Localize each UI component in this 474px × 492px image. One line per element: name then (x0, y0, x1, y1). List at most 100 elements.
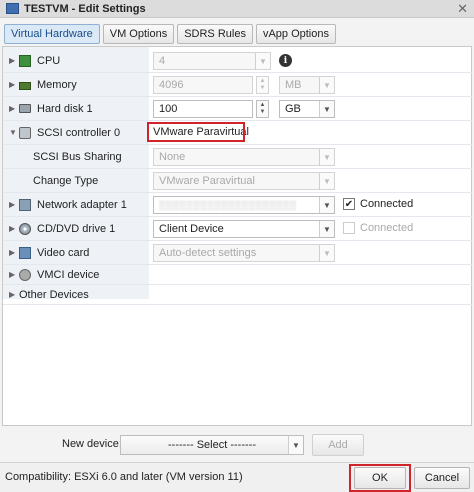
change-type-value: VMware Paravirtual (159, 175, 255, 187)
network-connected-checkbox[interactable]: ✔ Connected (343, 198, 413, 210)
checkbox-icon (343, 222, 355, 234)
expand-arrow-icon[interactable]: ▶ (9, 248, 19, 257)
tab-virtual-hardware[interactable]: Virtual Hardware (4, 24, 100, 44)
row-change-type: Change Type VMware Paravirtual ▼ (3, 169, 473, 193)
cd-dvd-label-cell[interactable]: ▶ CD/DVD drive 1 (3, 217, 149, 240)
tab-vm-options[interactable]: VM Options (102, 24, 175, 44)
cd-dvd-connected-label: Connected (360, 222, 414, 234)
cpu-value: 4 (159, 55, 166, 67)
network-select[interactable]: ▒▒▒▒▒▒▒▒▒▒▒▒▒▒▒▒▒▒▒▒ ▼ (153, 196, 335, 214)
scsi-bus-select[interactable]: None ▼ (153, 148, 335, 166)
checkmark-icon: ✔ (343, 198, 355, 210)
hard-disk-unit: GB (285, 103, 301, 115)
chevron-down-icon: ▼ (319, 245, 334, 261)
scsi-bus-value: None (159, 151, 186, 163)
other-label: Other Devices (19, 288, 89, 301)
cpu-icon (19, 54, 31, 67)
memory-label: Memory (37, 78, 77, 91)
cancel-button[interactable]: Cancel (414, 467, 470, 489)
vmci-device-icon (19, 268, 31, 281)
chevron-down-icon: ▼ (255, 53, 270, 69)
expand-arrow-icon[interactable]: ▶ (9, 56, 19, 65)
network-label: Network adapter 1 (37, 198, 127, 211)
hard-disk-icon (19, 104, 31, 113)
expand-arrow-icon[interactable]: ▶ (9, 270, 19, 279)
hard-disk-label-cell[interactable]: ▶ Hard disk 1 (3, 97, 149, 120)
tab-vapp-options[interactable]: vApp Options (255, 24, 336, 44)
row-cpu: ▶ CPU 4 ▼ i (3, 49, 473, 73)
change-type-label-cell: Change Type (3, 169, 149, 192)
tab-sdrs-rules[interactable]: SDRS Rules (177, 24, 253, 44)
row-hard-disk: ▶ Hard disk 1 100 ▲ ▼ GB ▼ (3, 97, 473, 121)
change-type-select[interactable]: VMware Paravirtual ▼ (153, 172, 335, 190)
highlight-box (147, 122, 245, 142)
hard-disk-unit-select[interactable]: GB ▼ (279, 100, 335, 118)
new-device-row: New device: ------- Select ------- ▼ Add (0, 432, 474, 458)
chevron-down-icon: ▼ (319, 101, 334, 117)
chevron-down-icon: ▼ (319, 173, 334, 189)
network-adapter-icon (19, 198, 31, 211)
chevron-down-icon: ▼ (319, 197, 334, 213)
chevron-down-icon: ▼ (319, 149, 334, 165)
cd-dvd-icon (19, 222, 31, 235)
cpu-label: CPU (37, 54, 61, 67)
new-device-select[interactable]: ------- Select ------- ▼ (120, 435, 304, 455)
scsi-label-cell[interactable]: ▼ SCSI controller 0 (3, 121, 149, 144)
expand-arrow-icon[interactable]: ▶ (9, 80, 19, 89)
expand-arrow-icon[interactable]: ▶ (9, 200, 19, 209)
vmci-label: VMCI device (37, 268, 100, 281)
row-cd-dvd: ▶ CD/DVD drive 1 Client Device ▼ Connect… (3, 217, 473, 241)
row-memory: ▶ Memory 4096 ▲ ▼ MB ▼ (3, 73, 473, 97)
scsi-controller-icon (19, 126, 31, 139)
other-label-cell[interactable]: ▶ Other Devices (3, 285, 149, 304)
window-title: TESTVM - Edit Settings (24, 2, 146, 15)
scsi-bus-label: SCSI Bus Sharing (33, 150, 122, 163)
info-icon[interactable]: i (279, 54, 292, 67)
memory-label-cell[interactable]: ▶ Memory (3, 73, 149, 96)
row-video-card: ▶ Video card Auto-detect settings ▼ (3, 241, 473, 265)
network-label-cell[interactable]: ▶ Network adapter 1 (3, 193, 149, 216)
scsi-bus-label-cell: SCSI Bus Sharing (3, 145, 149, 168)
memory-icon (19, 81, 31, 90)
cd-dvd-connected-checkbox[interactable]: Connected (343, 222, 413, 234)
video-card-icon (19, 246, 31, 259)
vmci-label-cell[interactable]: ▶ VMCI device (3, 265, 149, 284)
video-value: Auto-detect settings (159, 247, 257, 259)
window-titlebar: TESTVM - Edit Settings ✕ (0, 0, 474, 18)
row-network-adapter: ▶ Network adapter 1 ▒▒▒▒▒▒▒▒▒▒▒▒▒▒▒▒▒▒▒▒… (3, 193, 473, 217)
row-other-devices: ▶ Other Devices (3, 285, 473, 305)
row-scsi-controller: ▼ SCSI controller 0 VMware Paravirtual (3, 121, 473, 145)
change-type-label: Change Type (33, 174, 99, 187)
memory-input[interactable]: 4096 (153, 76, 253, 94)
add-device-button[interactable]: Add (312, 434, 364, 456)
expand-arrow-icon[interactable]: ▶ (9, 224, 19, 233)
cd-dvd-label: CD/DVD drive 1 (37, 222, 116, 235)
video-select[interactable]: Auto-detect settings ▼ (153, 244, 335, 262)
chevron-down-icon: ▼ (319, 77, 334, 93)
new-device-select-value: ------- Select ------- (168, 439, 256, 451)
ok-highlight-box (349, 464, 411, 492)
row-scsi-bus-sharing: SCSI Bus Sharing None ▼ (3, 145, 473, 169)
memory-value: 4096 (159, 79, 184, 91)
expand-arrow-icon[interactable]: ▶ (9, 104, 19, 113)
hard-disk-value: 100 (159, 103, 178, 115)
cpu-label-cell[interactable]: ▶ CPU (3, 49, 149, 72)
memory-spinner[interactable]: ▲ ▼ (256, 76, 269, 94)
video-label-cell[interactable]: ▶ Video card (3, 241, 149, 264)
vm-window-icon (6, 3, 19, 14)
hard-disk-spinner[interactable]: ▲ ▼ (256, 100, 269, 118)
cpu-select[interactable]: 4 ▼ (153, 52, 271, 70)
close-icon[interactable]: ✕ (457, 1, 468, 17)
memory-unit: MB (285, 79, 302, 91)
hardware-panel: ▶ CPU 4 ▼ i ▶ Memory 4096 ▲ ▼ MB ▼ ▶ Hard (2, 46, 473, 426)
expand-arrow-icon[interactable]: ▶ (9, 290, 19, 299)
chevron-down-icon: ▼ (288, 436, 303, 454)
collapse-arrow-icon[interactable]: ▼ (9, 128, 19, 137)
hard-disk-size-input[interactable]: 100 (153, 100, 253, 118)
memory-unit-select[interactable]: MB ▼ (279, 76, 335, 94)
network-name-redacted: ▒▒▒▒▒▒▒▒▒▒▒▒▒▒▒▒▒▒▒▒ (159, 200, 297, 210)
cd-dvd-select[interactable]: Client Device ▼ (153, 220, 335, 238)
compatibility-text: Compatibility: ESXi 6.0 and later (VM ve… (5, 471, 243, 483)
cd-dvd-value: Client Device (159, 223, 224, 235)
new-device-label: New device: (62, 438, 122, 450)
